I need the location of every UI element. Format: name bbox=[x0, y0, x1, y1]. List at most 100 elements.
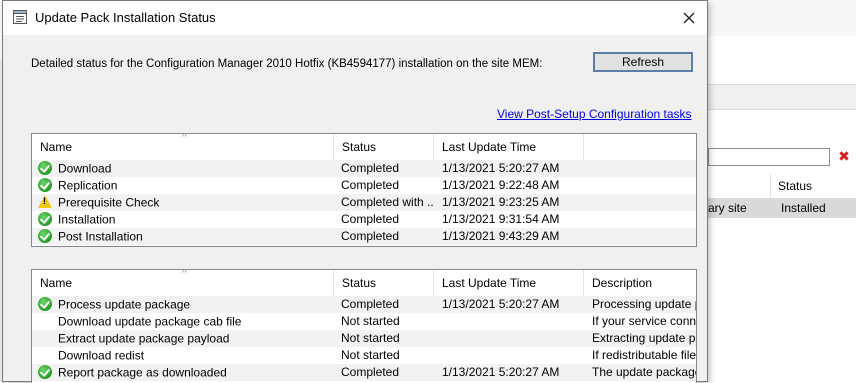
installation-stages-list[interactable]: ^ Name Status Last Update Time Download C… bbox=[31, 133, 697, 247]
table-row[interactable]: Extract update package payload Not starte… bbox=[32, 330, 696, 347]
row-name-cell: Installation bbox=[38, 211, 328, 228]
check-icon bbox=[38, 160, 52, 175]
row-name-cell: Extract update package payload bbox=[38, 330, 328, 347]
table-row[interactable]: Installation Completed 1/13/2021 9:31:54 A… bbox=[32, 211, 696, 228]
background-row-status-text: Installed bbox=[781, 201, 826, 215]
row-name-cell: Prerequisite Check bbox=[38, 194, 328, 211]
row-name: Download redist bbox=[58, 348, 145, 363]
check-icon bbox=[38, 211, 52, 226]
row-icon-slot bbox=[38, 296, 54, 311]
background-status-column-header[interactable]: Status bbox=[778, 179, 812, 193]
row-status: Completed with ... bbox=[341, 195, 433, 209]
update-pack-status-dialog: Update Pack Installation Status Detailed… bbox=[2, 0, 708, 383]
column-header-last-update-time[interactable]: Last Update Time bbox=[434, 270, 584, 296]
row-status: Completed bbox=[341, 178, 400, 192]
row-status: Completed bbox=[341, 365, 400, 379]
column-header-last-update-time[interactable]: Last Update Time bbox=[434, 134, 584, 160]
clear-search-icon[interactable]: ✖ bbox=[836, 148, 852, 164]
row-last-update-time bbox=[442, 347, 587, 364]
table-row[interactable]: Prerequisite Check Completed with ... 1/13… bbox=[32, 194, 696, 211]
sort-ascending-icon: ^ bbox=[182, 269, 187, 279]
background-row-site-text: ary site bbox=[708, 201, 747, 215]
update-steps-list[interactable]: ^ Name Status Last Update Time Descripti… bbox=[31, 269, 697, 383]
list-header: ^ Name Status Last Update Time Descripti… bbox=[32, 270, 696, 296]
row-name: Process update package bbox=[58, 297, 191, 312]
column-header-status[interactable]: Status bbox=[334, 134, 434, 160]
row-status: Not started bbox=[341, 348, 400, 362]
column-header-label: Name bbox=[40, 276, 73, 290]
column-header-label: Status bbox=[342, 276, 377, 290]
row-last-update-time: 1/13/2021 5:20:27 AM bbox=[442, 161, 560, 175]
check-icon bbox=[38, 228, 52, 243]
row-name: Download update package cab file bbox=[58, 314, 242, 329]
row-description: If your service connec bbox=[592, 314, 696, 328]
table-row[interactable]: Report package as downloaded Completed 1/1… bbox=[32, 364, 696, 381]
column-header-description[interactable]: Description bbox=[584, 270, 696, 296]
table-row[interactable]: Post Installation Completed 1/13/2021 9:43… bbox=[32, 228, 696, 245]
row-icon-slot bbox=[38, 228, 54, 243]
list-header: ^ Name Status Last Update Time bbox=[32, 134, 696, 160]
row-last-update-time bbox=[442, 313, 587, 330]
column-header-name[interactable]: ^ Name bbox=[32, 134, 334, 160]
detail-status-text: Detailed status for the Configuration Ma… bbox=[31, 58, 543, 70]
row-name: Post Installation bbox=[58, 229, 143, 244]
column-header-label: Status bbox=[342, 140, 377, 154]
row-name: Replication bbox=[58, 178, 118, 193]
row-last-update-time bbox=[442, 330, 587, 347]
row-name: Prerequisite Check bbox=[58, 195, 160, 210]
row-name-cell: Download redist bbox=[38, 347, 328, 364]
background-toolbar bbox=[708, 0, 856, 36]
row-icon-slot bbox=[38, 211, 54, 226]
row-status: Not started bbox=[341, 314, 400, 328]
table-row[interactable]: Download Completed 1/13/2021 5:20:27 AM bbox=[32, 160, 696, 177]
dialog-title: Update Pack Installation Status bbox=[35, 10, 216, 25]
background-column-divider bbox=[770, 174, 771, 198]
warning-icon bbox=[38, 194, 52, 208]
row-icon-slot bbox=[38, 194, 54, 209]
column-header-label: Last Update Time bbox=[442, 276, 537, 290]
row-icon-slot bbox=[38, 314, 54, 328]
row-last-update-time: 1/13/2021 5:20:27 AM bbox=[442, 365, 560, 379]
row-name-cell: Report package as downloaded bbox=[38, 364, 328, 381]
row-status: Completed bbox=[341, 297, 400, 311]
check-icon bbox=[38, 364, 52, 379]
row-name-cell: Post Installation bbox=[38, 228, 328, 245]
table-row[interactable]: Process update package Completed 1/13/2021… bbox=[32, 296, 696, 313]
row-status: Completed bbox=[341, 229, 400, 243]
row-last-update-time: 1/13/2021 9:22:48 AM bbox=[442, 178, 560, 192]
table-row[interactable]: Replication Completed 1/13/2021 9:22:48 AM bbox=[32, 177, 696, 194]
refresh-button[interactable]: Refresh bbox=[593, 52, 693, 72]
background-search-input[interactable] bbox=[708, 148, 830, 166]
table-row[interactable]: Download redist Not started If redistribut… bbox=[32, 347, 696, 364]
row-last-update-time: 1/13/2021 9:23:25 AM bbox=[442, 195, 560, 209]
row-icon-slot bbox=[38, 177, 54, 192]
row-name-cell: Replication bbox=[38, 177, 328, 194]
close-button[interactable] bbox=[675, 5, 703, 31]
background-header-bar bbox=[708, 84, 856, 110]
row-description: Extracting update pac bbox=[592, 331, 696, 345]
row-name: Extract update package payload bbox=[58, 331, 230, 346]
row-icon-slot bbox=[38, 348, 54, 362]
row-status: Completed bbox=[341, 212, 400, 226]
table-row[interactable]: Download update package cab file Not star… bbox=[32, 313, 696, 330]
row-last-update-time: 1/13/2021 9:43:29 AM bbox=[442, 229, 560, 243]
sort-ascending-icon: ^ bbox=[182, 133, 187, 143]
row-icon-slot bbox=[38, 331, 54, 345]
dialog-titlebar[interactable]: Update Pack Installation Status bbox=[3, 1, 707, 35]
row-name-cell: Process update package bbox=[38, 296, 328, 313]
column-header-label: Description bbox=[592, 276, 653, 290]
row-description: The update package l bbox=[592, 365, 696, 379]
row-status: Completed bbox=[341, 161, 400, 175]
row-name: Download bbox=[58, 161, 112, 176]
row-last-update-time: 1/13/2021 5:20:27 AM bbox=[442, 297, 560, 311]
column-header-name[interactable]: ^ Name bbox=[32, 270, 334, 296]
post-setup-tasks-link[interactable]: View Post-Setup Configuration tasks bbox=[497, 107, 692, 121]
column-header-label: Last Update Time bbox=[442, 140, 537, 154]
row-status: Not started bbox=[341, 331, 400, 345]
row-description: If redistributable files a bbox=[592, 348, 696, 362]
check-icon bbox=[38, 177, 52, 192]
row-last-update-time: 1/13/2021 9:31:54 AM bbox=[442, 212, 560, 226]
row-description: Processing update pac bbox=[592, 297, 696, 311]
column-header-status[interactable]: Status bbox=[334, 270, 434, 296]
row-icon-slot bbox=[38, 364, 54, 379]
